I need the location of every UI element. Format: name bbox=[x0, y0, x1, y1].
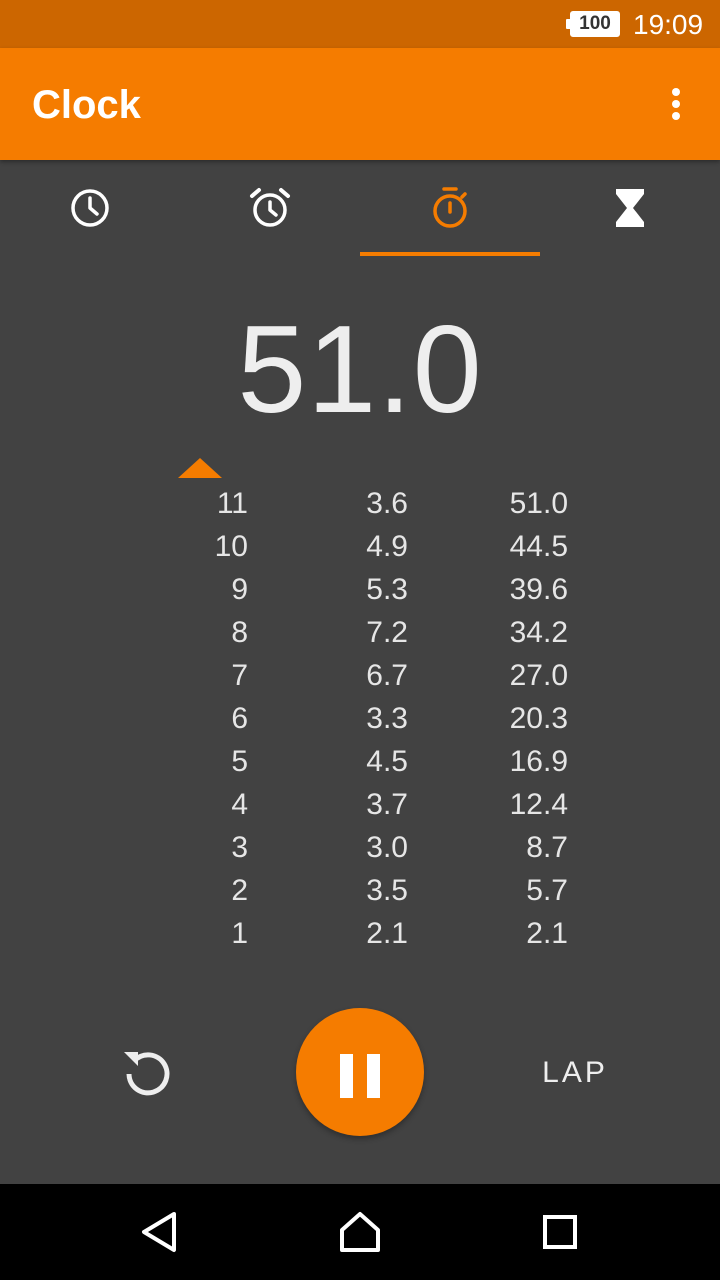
reset-button[interactable] bbox=[116, 1042, 180, 1106]
lap-split: 7.2 bbox=[366, 616, 408, 649]
app-title: Clock bbox=[32, 83, 141, 127]
lap-total: 27.0 bbox=[509, 659, 568, 692]
lap-number: 4 bbox=[231, 788, 248, 821]
lap-total: 16.9 bbox=[509, 745, 568, 778]
tab-bar bbox=[0, 160, 720, 256]
lap-split: 2.1 bbox=[366, 917, 408, 950]
lap-number: 8 bbox=[231, 616, 248, 649]
lap-total: 8.7 bbox=[526, 831, 568, 864]
lap-row: 10 4.9 44.5 bbox=[0, 525, 720, 568]
tab-alarm[interactable] bbox=[180, 160, 360, 256]
lap-total: 2.1 bbox=[526, 917, 568, 950]
lap-total: 20.3 bbox=[509, 702, 568, 735]
lap-number: 6 bbox=[231, 702, 248, 735]
back-button[interactable] bbox=[134, 1206, 186, 1258]
lap-row: 8 7.2 34.2 bbox=[0, 611, 720, 654]
recents-button[interactable] bbox=[534, 1206, 586, 1258]
lap-row: 11 3.6 51.0 bbox=[0, 482, 720, 525]
lap-split: 3.3 bbox=[366, 702, 408, 735]
battery-level: 100 bbox=[570, 11, 620, 37]
tab-clock[interactable] bbox=[0, 160, 180, 256]
overflow-menu-icon[interactable] bbox=[656, 80, 696, 128]
lap-split: 5.3 bbox=[366, 573, 408, 606]
lap-row: 2 3.5 5.7 bbox=[0, 869, 720, 912]
lap-split: 4.9 bbox=[366, 530, 408, 563]
stopwatch-icon bbox=[433, 187, 467, 228]
lap-number: 1 bbox=[231, 917, 248, 950]
lap-total: 12.4 bbox=[509, 788, 568, 821]
lap-split: 3.6 bbox=[366, 487, 408, 520]
lap-split: 6.7 bbox=[366, 659, 408, 692]
tab-timer[interactable] bbox=[540, 160, 720, 256]
lap-number: 2 bbox=[231, 874, 248, 907]
lap-total: 5.7 bbox=[526, 874, 568, 907]
lap-row: 1 2.1 2.1 bbox=[0, 912, 720, 955]
timer-hourglass-icon bbox=[616, 189, 644, 227]
lap-number: 11 bbox=[216, 487, 248, 520]
lap-row: 4 3.7 12.4 bbox=[0, 783, 720, 826]
lap-number: 10 bbox=[214, 530, 248, 563]
lap-total: 51.0 bbox=[509, 487, 568, 520]
lap-split: 4.5 bbox=[366, 745, 408, 778]
tab-stopwatch[interactable] bbox=[360, 160, 540, 256]
lap-row: 7 6.7 27.0 bbox=[0, 654, 720, 697]
home-button[interactable] bbox=[334, 1206, 386, 1258]
lap-split: 3.0 bbox=[366, 831, 408, 864]
reset-icon bbox=[124, 1052, 170, 1096]
lap-number: 7 bbox=[231, 659, 248, 692]
battery-icon: 100 bbox=[566, 11, 620, 37]
lap-row: 3 3.0 8.7 bbox=[0, 826, 720, 869]
status-bar: 100 19:09 bbox=[0, 0, 720, 48]
lap-row: 6 3.3 20.3 bbox=[0, 697, 720, 740]
pause-button[interactable] bbox=[296, 1008, 424, 1136]
elapsed-time: 51.0 bbox=[237, 301, 483, 439]
lap-total: 44.5 bbox=[509, 530, 568, 563]
alarm-icon bbox=[250, 188, 290, 227]
tab-indicator bbox=[360, 252, 540, 256]
lap-row: 5 4.5 16.9 bbox=[0, 740, 720, 783]
navigation-bar bbox=[0, 1184, 720, 1280]
lap-total: 34.2 bbox=[509, 616, 568, 649]
lap-split: 3.5 bbox=[366, 874, 408, 907]
app-bar: Clock bbox=[0, 48, 720, 160]
home-icon bbox=[340, 1212, 380, 1252]
recents-icon bbox=[543, 1215, 577, 1249]
clock-icon bbox=[71, 189, 109, 227]
lap-button[interactable]: LAP bbox=[520, 1050, 630, 1096]
lap-total: 39.6 bbox=[509, 573, 568, 606]
lap-up-arrow-icon bbox=[178, 458, 222, 478]
lap-number: 3 bbox=[231, 831, 248, 864]
lap-number: 9 bbox=[231, 573, 248, 606]
lap-number: 5 bbox=[231, 745, 248, 778]
lap-list: 11 3.6 51.0 10 4.9 44.5 9 5.3 39.6 8 7.2 34.2 76… bbox=[0, 482, 720, 955]
lap-split: 3.7 bbox=[366, 788, 408, 821]
back-icon bbox=[142, 1212, 176, 1252]
lap-row: 9 5.3 39.6 bbox=[0, 568, 720, 611]
status-time: 19:09 bbox=[633, 9, 704, 40]
